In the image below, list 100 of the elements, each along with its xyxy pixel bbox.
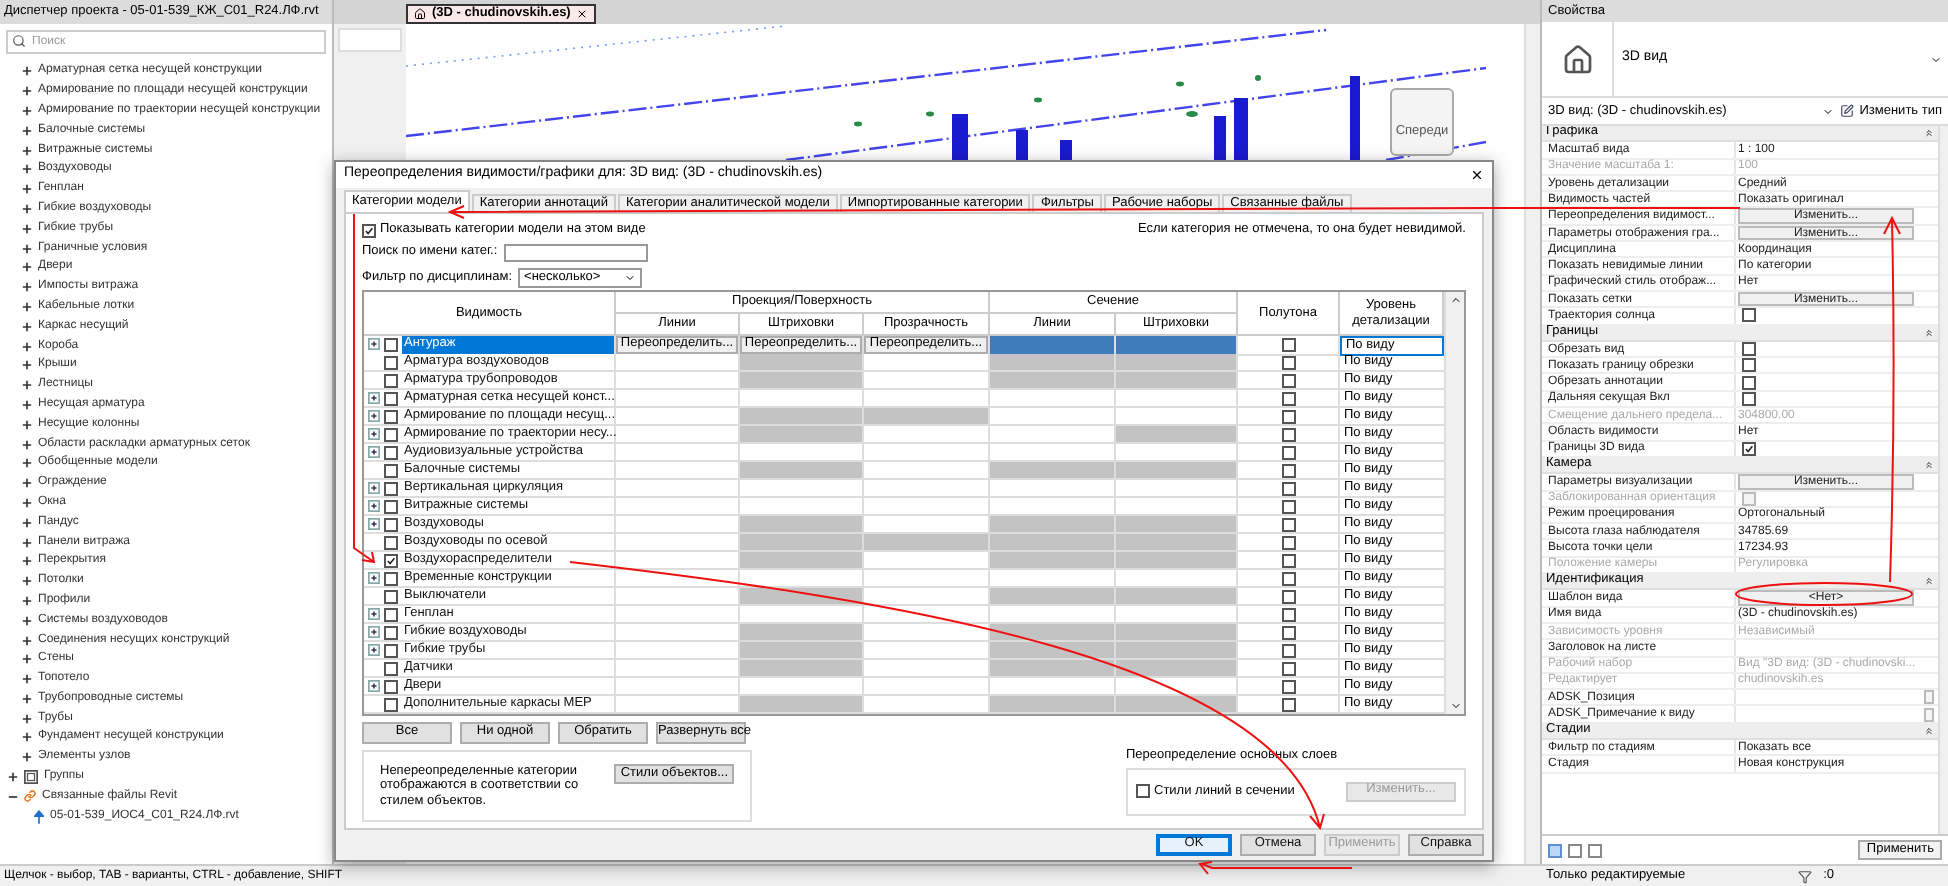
filter-icon[interactable]	[1797, 869, 1812, 883]
checkbox[interactable]	[384, 607, 398, 621]
expand-icon[interactable]	[22, 732, 32, 743]
expand-icon[interactable]	[22, 419, 32, 430]
checkbox[interactable]	[384, 643, 398, 657]
expand-icon[interactable]	[8, 772, 18, 783]
expand-icon[interactable]	[22, 713, 32, 724]
scrollbar[interactable]	[1444, 292, 1464, 714]
expand-icon[interactable]	[368, 392, 380, 404]
collapse-icon[interactable]	[1924, 460, 1934, 471]
expand-icon[interactable]	[368, 482, 380, 494]
expand-icon[interactable]	[368, 410, 380, 422]
expand-icon[interactable]	[22, 262, 32, 273]
checkbox[interactable]	[1281, 589, 1295, 603]
expand-icon[interactable]	[368, 572, 380, 584]
expand-icon[interactable]	[368, 626, 380, 638]
checkbox[interactable]	[384, 697, 398, 711]
scroll-up-icon[interactable]	[1449, 294, 1461, 306]
checkbox[interactable]	[1281, 373, 1295, 387]
checkbox[interactable]	[384, 517, 398, 531]
expand-icon[interactable]	[22, 223, 32, 234]
scroll-down-icon[interactable]	[1449, 700, 1461, 712]
checkbox[interactable]	[1742, 308, 1756, 323]
checkbox[interactable]	[1281, 445, 1295, 459]
expand-icon[interactable]	[22, 125, 32, 136]
expand-icon[interactable]	[22, 537, 32, 548]
close-icon[interactable]	[576, 8, 589, 20]
checkbox[interactable]	[1281, 607, 1295, 621]
checkbox[interactable]	[384, 481, 398, 495]
close-icon[interactable]	[1470, 168, 1484, 182]
checkbox[interactable]	[1281, 499, 1295, 513]
checkbox[interactable]	[1281, 625, 1295, 639]
checkbox[interactable]	[1281, 643, 1295, 657]
expand-icon[interactable]	[22, 399, 32, 410]
expand-icon[interactable]	[22, 517, 32, 528]
expand-icon[interactable]	[22, 105, 32, 116]
dropdown-icon[interactable]	[1930, 53, 1942, 65]
input-field[interactable]	[338, 28, 402, 52]
expand-icon[interactable]	[22, 341, 32, 352]
checkbox[interactable]	[384, 553, 398, 567]
checkbox[interactable]	[384, 355, 398, 369]
expand-icon[interactable]	[22, 576, 32, 587]
checkbox[interactable]	[1281, 391, 1295, 405]
expand-icon[interactable]	[22, 654, 32, 665]
checkbox[interactable]	[1742, 342, 1756, 356]
checkbox[interactable]	[1281, 517, 1295, 531]
checkbox[interactable]	[1136, 784, 1150, 798]
checkbox[interactable]	[1281, 481, 1295, 495]
collapse-icon[interactable]	[1924, 576, 1934, 587]
checkbox[interactable]	[384, 661, 398, 675]
expand-icon[interactable]	[22, 184, 32, 195]
expand-icon[interactable]	[22, 595, 32, 606]
search-field[interactable]	[503, 243, 648, 261]
expand-icon[interactable]	[22, 66, 32, 77]
expand-icon[interactable]	[22, 752, 32, 763]
checkbox[interactable]	[1281, 697, 1295, 711]
expand-icon[interactable]	[22, 321, 32, 332]
checkbox[interactable]	[384, 625, 398, 639]
checkbox[interactable]	[1281, 535, 1295, 549]
expand-icon[interactable]	[22, 478, 32, 489]
checkbox[interactable]	[1281, 409, 1295, 423]
dropdown-icon[interactable]	[1821, 105, 1834, 117]
expand-icon[interactable]	[22, 556, 32, 567]
checkbox[interactable]	[384, 499, 398, 513]
checkbox[interactable]	[384, 427, 398, 441]
checkbox[interactable]	[1281, 571, 1295, 585]
checkbox[interactable]	[384, 463, 398, 477]
expand-icon[interactable]	[22, 674, 32, 685]
checkbox[interactable]	[384, 409, 398, 423]
scrollbar[interactable]	[1938, 126, 1948, 834]
expand-icon[interactable]	[22, 380, 32, 391]
expand-icon[interactable]	[22, 145, 32, 156]
scrollbar[interactable]	[1524, 24, 1540, 864]
checkbox[interactable]	[1281, 427, 1295, 441]
expand-icon[interactable]	[368, 680, 380, 692]
checkbox[interactable]	[1281, 679, 1295, 693]
checkbox[interactable]	[384, 373, 398, 387]
expand-icon[interactable]	[368, 518, 380, 530]
expand-icon[interactable]	[22, 243, 32, 254]
checkbox[interactable]	[384, 535, 398, 549]
expand-icon[interactable]	[22, 615, 32, 626]
expand-icon[interactable]	[22, 282, 32, 293]
expand-icon[interactable]	[22, 203, 32, 214]
collapse-icon[interactable]	[1924, 327, 1934, 338]
expand-icon[interactable]	[22, 439, 32, 450]
expand-icon[interactable]	[22, 360, 32, 371]
checkbox[interactable]	[384, 571, 398, 585]
collapse-icon[interactable]	[8, 791, 18, 802]
expand-icon[interactable]	[368, 608, 380, 620]
expand-icon[interactable]	[368, 428, 380, 440]
checkbox[interactable]	[384, 589, 398, 603]
checkbox[interactable]	[1281, 337, 1295, 352]
checkbox[interactable]	[1281, 463, 1295, 477]
checkbox[interactable]	[1742, 375, 1756, 390]
expand-icon[interactable]	[22, 458, 32, 469]
checkbox[interactable]	[384, 391, 398, 405]
checkbox[interactable]	[384, 679, 398, 693]
expand-icon[interactable]	[368, 338, 380, 351]
edit-type-icon[interactable]	[1839, 104, 1854, 118]
expand-icon[interactable]	[22, 693, 32, 704]
